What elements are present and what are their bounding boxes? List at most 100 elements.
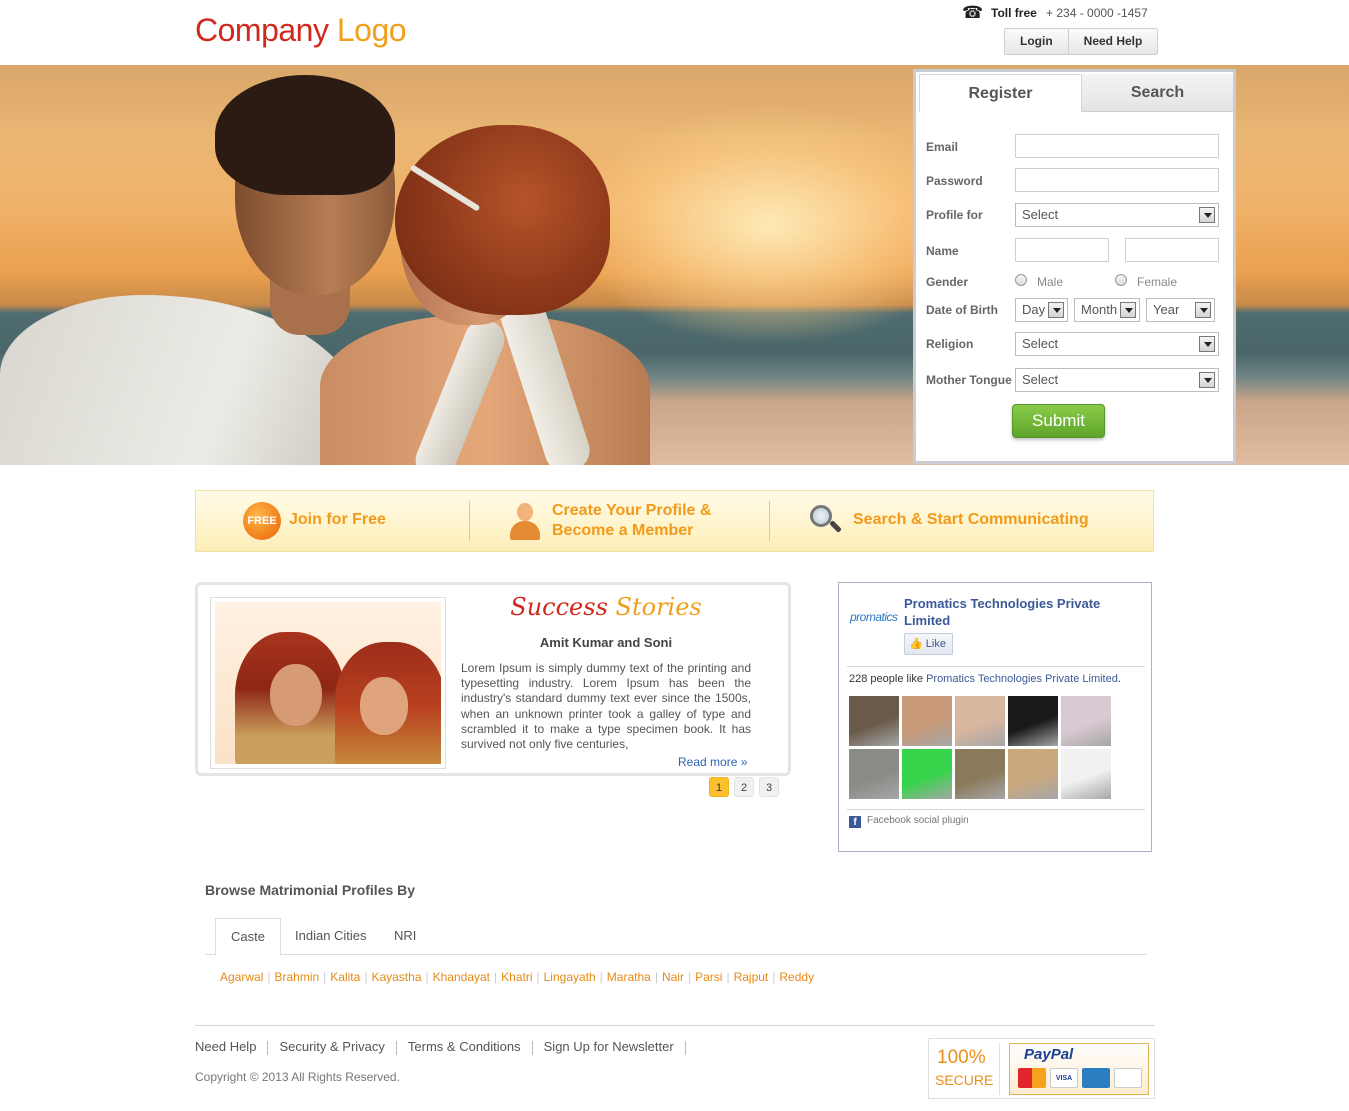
religion-select[interactable]: Select: [1015, 332, 1219, 356]
facebook-like-box: promatics Promatics Technologies Private…: [838, 582, 1152, 852]
search-communicate-link[interactable]: Search & Start Communicating: [853, 511, 1089, 529]
page-button[interactable]: 1: [709, 777, 729, 797]
footer-link-newsletter[interactable]: Sign Up for Newsletter: [544, 1039, 674, 1055]
caste-link[interactable]: Reddy: [779, 970, 814, 984]
tab-nri[interactable]: NRI: [379, 918, 431, 955]
footer-link-terms[interactable]: Terms & Conditions: [408, 1039, 521, 1055]
caste-link[interactable]: Agarwal: [220, 970, 263, 984]
tab-search[interactable]: Search: [1082, 74, 1233, 112]
logo-part1: Company: [195, 12, 329, 48]
dob-month-value: Month: [1081, 302, 1118, 317]
name-label: Name: [926, 244, 959, 258]
steps-strip: FREE Join for Free Create Your Profile &…: [195, 490, 1154, 552]
gender-male-radio[interactable]: [1015, 274, 1027, 286]
discover-icon: [1114, 1068, 1142, 1088]
fb-like-count: 228 people like Promatics Technologies P…: [849, 673, 1121, 685]
step-divider: [469, 501, 470, 541]
fb-fan-avatar[interactable]: [1061, 696, 1111, 746]
caste-link[interactable]: Parsi: [695, 970, 722, 984]
caste-link[interactable]: Nair: [662, 970, 684, 984]
caste-link[interactable]: Rajput: [734, 970, 769, 984]
mastercard-icon: [1018, 1068, 1046, 1088]
gender-male-label: Male: [1037, 275, 1064, 289]
top-button-group: Login Need Help: [1004, 28, 1159, 55]
couple-photo[interactable]: [210, 597, 446, 769]
caste-link[interactable]: Maratha: [607, 970, 651, 984]
dob-day-select[interactable]: Day: [1015, 298, 1068, 322]
logo-part2: Logo: [336, 12, 407, 48]
profile-for-label: Profile for: [926, 208, 983, 222]
fb-social-plugin-label[interactable]: f Facebook social plugin: [849, 815, 969, 828]
gender-female-radio[interactable]: [1115, 274, 1127, 286]
fb-fan-avatar[interactable]: [955, 696, 1005, 746]
mother-tongue-label: Mother Tongue: [926, 373, 1012, 387]
fb-fan-avatar[interactable]: [849, 696, 899, 746]
fb-like-label: Like: [925, 638, 946, 650]
fb-fan-avatar[interactable]: [955, 749, 1005, 799]
dob-month-select[interactable]: Month: [1074, 298, 1140, 322]
tab-indian-cities[interactable]: Indian Cities: [280, 918, 382, 955]
create-profile-link[interactable]: Create Your Profile & Become a Member: [552, 501, 711, 541]
fb-count-prefix: 228 people like: [849, 673, 927, 685]
profile-for-select[interactable]: Select: [1015, 203, 1219, 227]
paypal-logo: PayPal: [1024, 1046, 1074, 1063]
fb-fan-avatar[interactable]: [1061, 749, 1111, 799]
badge-divider: [999, 1043, 1000, 1095]
chevron-down-icon: [1199, 372, 1215, 388]
password-field[interactable]: [1015, 168, 1219, 192]
fb-count-page-link[interactable]: Promatics Technologies Private Limited: [926, 673, 1118, 685]
footer-link-security-privacy[interactable]: Security & Privacy: [279, 1039, 384, 1055]
phone-icon: ☎: [962, 3, 984, 22]
fb-page-name-link[interactable]: Promatics Technologies Private Limited: [904, 595, 1134, 629]
religion-value: Select: [1022, 336, 1059, 351]
submit-button[interactable]: Submit: [1012, 404, 1105, 438]
dob-label: Date of Birth: [926, 303, 998, 317]
caste-link[interactable]: Brahmin: [274, 970, 319, 984]
mother-tongue-select[interactable]: Select: [1015, 368, 1219, 392]
need-help-button[interactable]: Need Help: [1067, 29, 1158, 54]
create-profile-line2: Become a Member: [552, 522, 694, 539]
secure-word: SECURE: [935, 1072, 994, 1088]
caste-link[interactable]: Lingayath: [544, 970, 596, 984]
secure-percent: 100%: [937, 1047, 986, 1068]
chevron-down-icon: [1199, 207, 1215, 223]
paypal-card-logos: PayPal VISA: [1009, 1043, 1149, 1095]
footer-link-need-help[interactable]: Need Help: [195, 1039, 256, 1055]
toll-free-label: Toll free: [991, 6, 1037, 20]
fb-fan-avatar[interactable]: [1008, 696, 1058, 746]
promatics-logo[interactable]: promatics: [850, 610, 898, 624]
gender-label: Gender: [926, 275, 969, 289]
company-logo[interactable]: Company Logo: [195, 10, 407, 50]
tab-register[interactable]: Register: [919, 74, 1082, 112]
dob-year-select[interactable]: Year: [1146, 298, 1215, 322]
register-tabs: Register Search: [916, 72, 1233, 112]
caste-link-list: Agarwal | Brahmin | Kalita | Kayastha | Khan…: [220, 970, 815, 984]
last-name-field[interactable]: [1125, 238, 1219, 262]
join-free-link[interactable]: Join for Free: [289, 511, 386, 529]
page-button[interactable]: 2: [734, 777, 754, 797]
footer-links: Need Help Security & Privacy Terms & Con…: [195, 1039, 697, 1055]
caste-link[interactable]: Khandayat: [433, 970, 490, 984]
success-stories-box: Success Stories Amit Kumar and Soni Lore…: [195, 582, 791, 776]
stories-title-part1: Success: [510, 593, 608, 621]
caste-link[interactable]: Khatri: [501, 970, 532, 984]
footer-divider: [195, 1025, 1155, 1026]
fb-fan-avatar[interactable]: [902, 696, 952, 746]
first-name-field[interactable]: [1015, 238, 1109, 262]
fb-fan-avatar[interactable]: [902, 749, 952, 799]
login-button[interactable]: Login: [1005, 29, 1068, 54]
tab-caste[interactable]: Caste: [215, 918, 281, 956]
chevron-down-icon: [1120, 302, 1136, 318]
read-more-link[interactable]: Read more »: [678, 755, 747, 769]
caste-link[interactable]: Kalita: [330, 970, 360, 984]
toll-free-number: + 234 - 0000 -1457: [1046, 6, 1148, 20]
fb-like-button[interactable]: 👍 Like: [904, 633, 953, 655]
story-text: Lorem Ipsum is simply dummy text of the …: [461, 661, 751, 752]
page-button[interactable]: 3: [759, 777, 779, 797]
caste-link[interactable]: Kayastha: [371, 970, 421, 984]
password-label: Password: [926, 174, 983, 188]
mother-tongue-value: Select: [1022, 372, 1059, 387]
email-field[interactable]: [1015, 134, 1219, 158]
fb-fan-avatar[interactable]: [849, 749, 899, 799]
fb-fan-avatar[interactable]: [1008, 749, 1058, 799]
